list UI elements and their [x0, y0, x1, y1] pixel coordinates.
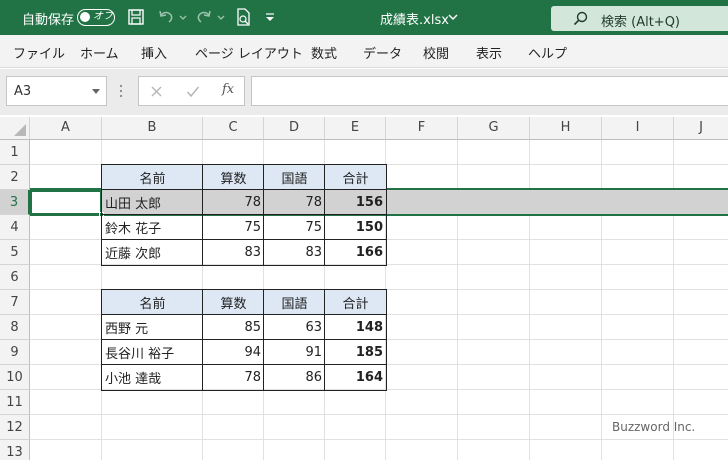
- redo-icon[interactable]: [195, 8, 213, 26]
- ribbon-tabs: ファイル ホーム 挿入 ページ レイアウト 数式 データ 校閲 表示 ヘルプ: [0, 35, 728, 68]
- undo-dropdown-icon[interactable]: [178, 8, 188, 26]
- table-inner-line: [101, 239, 387, 240]
- table-inner-line: [101, 189, 387, 190]
- row-header-5[interactable]: 5: [0, 240, 30, 265]
- column-header-d[interactable]: D: [264, 117, 325, 140]
- print-preview-icon[interactable]: [234, 8, 252, 26]
- gridline: [30, 439, 728, 440]
- insert-function-icon[interactable]: fx: [222, 82, 234, 97]
- redo-dropdown-icon[interactable]: [216, 8, 226, 26]
- name-box-dropdown-icon[interactable]: [92, 89, 100, 94]
- column-header-b[interactable]: B: [102, 117, 203, 140]
- column-header-a[interactable]: A: [30, 117, 102, 140]
- autosave-label: 自動保存: [22, 13, 75, 28]
- search-icon: [573, 11, 588, 26]
- tab-view[interactable]: 表示: [476, 43, 502, 62]
- row-header-11[interactable]: 11: [0, 390, 30, 415]
- table-inner-line: [101, 314, 387, 315]
- table-inner-line: [101, 214, 387, 215]
- name-box[interactable]: A3: [6, 76, 107, 106]
- select-all-icon: [14, 124, 26, 136]
- tab-review[interactable]: 校閲: [423, 43, 449, 62]
- column-header-h[interactable]: H: [530, 117, 602, 140]
- table-inner-line: [101, 339, 387, 340]
- autosave-state: オフ: [93, 11, 113, 22]
- tab-insert[interactable]: 挿入: [141, 43, 167, 62]
- column-header-j[interactable]: J: [674, 117, 728, 140]
- gridline: [30, 414, 728, 415]
- more-options-icon[interactable]: [118, 84, 124, 98]
- search-placeholder: 検索 (Alt+Q): [601, 15, 681, 30]
- tab-file[interactable]: ファイル: [13, 43, 65, 62]
- column-header-i[interactable]: I: [602, 117, 674, 140]
- row-header-10[interactable]: 10: [0, 365, 30, 390]
- table-inner-line: [324, 164, 325, 266]
- file-name[interactable]: 成績表.xlsx: [380, 9, 449, 28]
- tab-page-layout[interactable]: ページ レイアウト: [195, 43, 303, 62]
- table-inner-line: [202, 289, 203, 391]
- row-header-8[interactable]: 8: [0, 315, 30, 340]
- row-header-9[interactable]: 9: [0, 340, 30, 365]
- table2-border: [101, 289, 387, 391]
- customize-toolbar-icon[interactable]: [264, 8, 276, 26]
- row-header-3[interactable]: 3: [0, 190, 30, 215]
- watermark: Buzzword Inc.: [612, 420, 696, 434]
- tab-formulas[interactable]: 数式: [311, 43, 337, 62]
- table-inner-line: [101, 364, 387, 365]
- undo-icon[interactable]: [157, 8, 175, 26]
- select-all-corner[interactable]: [0, 117, 30, 140]
- tab-data[interactable]: データ: [363, 43, 402, 62]
- name-box-value: A3: [14, 84, 32, 99]
- table-inner-line: [202, 164, 203, 266]
- table-inner-line: [324, 289, 325, 391]
- row-header-6[interactable]: 6: [0, 265, 30, 290]
- row-header-2[interactable]: 2: [0, 165, 30, 190]
- autosave-toggle[interactable]: オフ: [77, 9, 115, 26]
- toggle-knob-icon: [80, 12, 90, 22]
- active-cell-a3[interactable]: [30, 190, 102, 215]
- table-inner-line: [263, 289, 264, 391]
- column-header-c[interactable]: C: [203, 117, 264, 140]
- row-header-4[interactable]: 4: [0, 215, 30, 240]
- formula-input[interactable]: [251, 76, 728, 106]
- row-header-13[interactable]: 13: [0, 440, 30, 460]
- formula-buttons: fx: [138, 76, 245, 106]
- chevron-down-icon[interactable]: [447, 8, 459, 26]
- tab-help[interactable]: ヘルプ: [528, 43, 567, 62]
- table1-border: [101, 164, 387, 266]
- row-header-12[interactable]: 12: [0, 415, 30, 440]
- column-header-g[interactable]: G: [458, 117, 530, 140]
- worksheet-grid[interactable]: A B C D E F G H I J 1 2 3 4 5 6 7 8 9 10…: [0, 117, 728, 460]
- table-inner-line: [263, 164, 264, 266]
- tab-home[interactable]: ホーム: [80, 43, 119, 62]
- search-box[interactable]: 検索 (Alt+Q): [551, 6, 728, 31]
- row-header-7[interactable]: 7: [0, 290, 30, 315]
- cancel-icon[interactable]: [150, 85, 163, 98]
- row-header-1[interactable]: 1: [0, 140, 30, 165]
- column-header-e[interactable]: E: [325, 117, 386, 140]
- enter-check-icon[interactable]: [186, 85, 200, 98]
- save-icon[interactable]: [127, 8, 145, 26]
- column-header-f[interactable]: F: [386, 117, 458, 140]
